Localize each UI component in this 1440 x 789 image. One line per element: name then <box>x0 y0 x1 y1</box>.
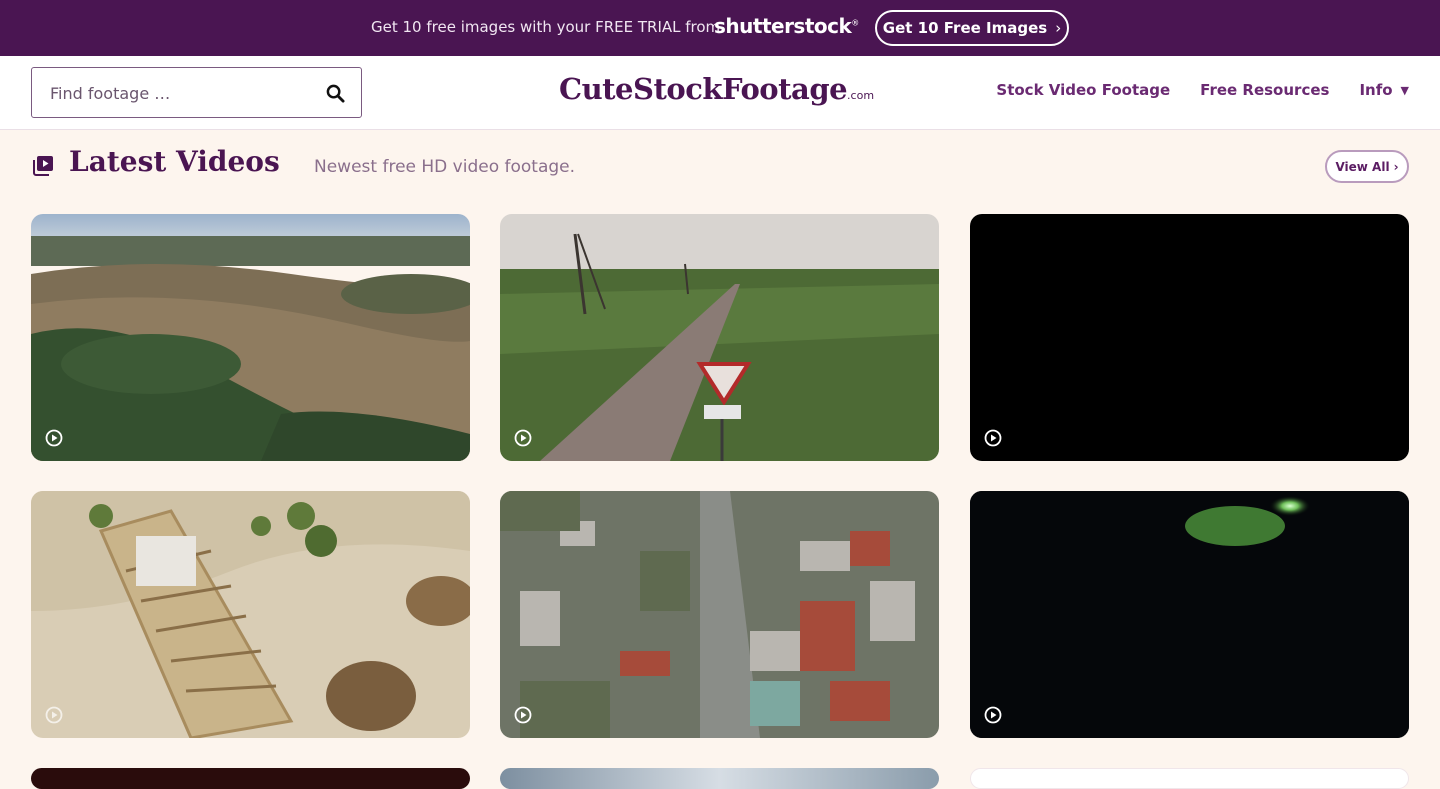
video-library-icon <box>33 156 53 176</box>
shutterstock-logo[interactable]: shutterstock® <box>714 14 859 38</box>
promo-bar: Get 10 free images with your FREE TRIAL … <box>0 0 1440 56</box>
play-icon <box>514 706 532 724</box>
video-card[interactable] <box>31 768 470 789</box>
chevron-right-icon: › <box>1055 19 1062 37</box>
video-card[interactable] <box>31 491 470 738</box>
get-free-images-button[interactable]: Get 10 Free Images › <box>875 10 1069 46</box>
search-input[interactable] <box>50 80 320 106</box>
main-nav: Stock Video Footage Free Resources Info ▼ <box>996 81 1409 99</box>
video-card[interactable] <box>970 491 1409 738</box>
video-card[interactable] <box>500 214 939 461</box>
play-icon <box>45 429 63 447</box>
video-thumbnail <box>31 768 470 789</box>
get-free-images-label: Get 10 Free Images <box>882 19 1048 37</box>
view-all-button[interactable]: View All › <box>1325 150 1409 183</box>
play-icon <box>984 429 1002 447</box>
caret-down-icon: ▼ <box>1400 84 1409 97</box>
nav-info[interactable]: Info ▼ <box>1359 81 1409 99</box>
site-header: CuteStockFootage.com Stock Video Footage… <box>0 56 1440 130</box>
nav-stock-video-footage[interactable]: Stock Video Footage <box>996 81 1170 99</box>
chevron-right-icon: › <box>1393 159 1399 174</box>
video-thumbnail <box>500 214 939 461</box>
play-icon <box>45 706 63 724</box>
video-card[interactable] <box>500 491 939 738</box>
search-box <box>31 67 362 118</box>
play-icon <box>984 706 1002 724</box>
video-thumbnail <box>500 768 939 789</box>
video-thumbnail <box>500 491 939 738</box>
video-thumbnail <box>31 491 470 738</box>
promo-text: Get 10 free images with your FREE TRIAL … <box>371 18 721 36</box>
video-thumbnail <box>31 214 470 461</box>
search-icon[interactable] <box>326 84 345 103</box>
video-card[interactable] <box>970 214 1409 461</box>
section-subtitle: Newest free HD video footage. <box>314 157 576 177</box>
nav-free-resources[interactable]: Free Resources <box>1200 81 1329 99</box>
play-icon <box>514 429 532 447</box>
section-title: Latest Videos <box>69 145 280 178</box>
video-card[interactable] <box>500 768 939 789</box>
video-thumbnail <box>970 491 1409 738</box>
video-card[interactable] <box>31 214 470 461</box>
site-logo[interactable]: CuteStockFootage.com <box>559 72 874 106</box>
video-card[interactable] <box>970 768 1409 789</box>
